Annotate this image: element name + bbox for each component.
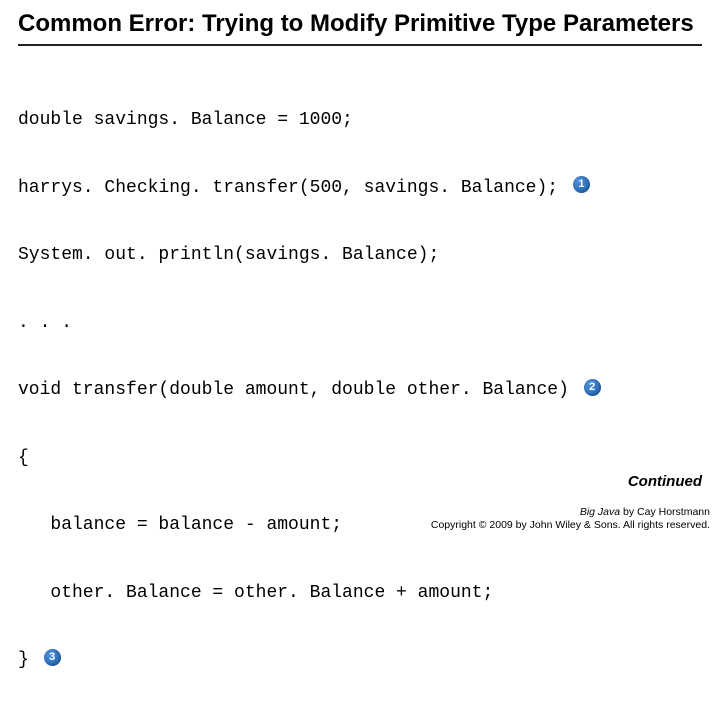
callout-1-icon: 1	[573, 176, 590, 193]
code-line: } 3	[18, 649, 702, 672]
code-line: void transfer(double amount, double othe…	[18, 379, 702, 402]
code-line: other. Balance = other. Balance + amount…	[18, 582, 702, 605]
code-text: void transfer(double amount, double othe…	[18, 380, 569, 400]
code-line: System. out. println(savings. Balance);	[18, 244, 702, 267]
callout-2-icon: 2	[584, 379, 601, 396]
author: by Cay Horstmann	[620, 506, 710, 518]
footer-line-1: Big Java by Cay Horstmann	[431, 506, 710, 519]
slide: Common Error: Trying to Modify Primitive…	[0, 0, 720, 540]
book-title: Big Java	[580, 506, 620, 518]
continued-label: Continued	[628, 473, 702, 490]
footer: Big Java by Cay Horstmann Copyright © 20…	[431, 506, 710, 532]
code-text: }	[18, 650, 29, 670]
code-line: {	[18, 447, 702, 470]
code-line: harrys. Checking. transfer(500, savings.…	[18, 177, 702, 200]
code-block: double savings. Balance = 1000; harrys. …	[18, 64, 702, 717]
slide-title: Common Error: Trying to Modify Primitive…	[18, 10, 702, 38]
footer-line-2: Copyright © 2009 by John Wiley & Sons. A…	[431, 519, 710, 532]
code-line: double savings. Balance = 1000;	[18, 109, 702, 132]
code-text: harrys. Checking. transfer(500, savings.…	[18, 178, 558, 198]
code-line: . . .	[18, 312, 702, 335]
title-rule	[18, 44, 702, 46]
callout-3-icon: 3	[44, 649, 61, 666]
